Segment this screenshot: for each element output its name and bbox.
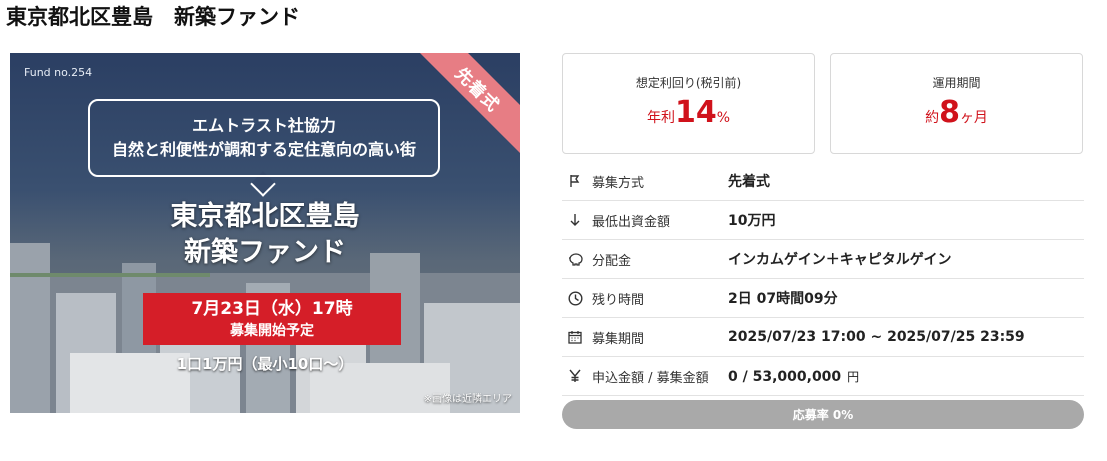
clock-icon: [562, 290, 592, 306]
detail-label: 募集期間: [592, 331, 645, 347]
detail-value: 2025/07/23 17:00 ~ 2025/07/25 23:59: [728, 329, 1025, 345]
detail-row-period: 募集期間 2025/07/23 17:00 ~ 2025/07/25 23:59: [562, 318, 1084, 357]
speech-bubble: エムトラスト社協力 自然と利便性が調和する定住意向の高い街: [88, 99, 440, 177]
flag-icon: [562, 174, 592, 188]
start-caption: 募集開始予定: [230, 323, 314, 339]
period-number: 8: [939, 95, 960, 130]
image-note: ※画像は近隣エリア: [423, 394, 512, 405]
detail-row-minimum: 最低出資金額 10万円: [562, 201, 1084, 240]
fund-number: Fund no.254: [24, 66, 93, 79]
detail-row-amount: 申込金額 / 募集金額 0 / 53,000,000 円: [562, 357, 1084, 396]
headline-line-1: 東京都北区豊島: [170, 201, 360, 232]
period-suffix: ヶ月: [959, 110, 988, 126]
detail-row-method: 募集方式 先着式: [562, 162, 1084, 201]
period-prefix: 約: [925, 110, 940, 126]
detail-row-remaining: 残り時間 2日 07時間09分: [562, 279, 1084, 318]
detail-label: 最低出資金額: [592, 214, 671, 230]
bubble-line-1: エムトラスト社協力: [192, 116, 336, 135]
period-label: 運用期間: [932, 76, 981, 90]
start-date: 7月23日（水）17時: [191, 299, 353, 319]
hero-headline: 東京都北区豊島 新築ファンド: [10, 199, 520, 271]
detail-value: インカムゲイン＋キャピタルゲイン: [728, 252, 952, 268]
amount-value: 0 / 53,000,000: [728, 368, 842, 385]
fund-details: 募集方式 先着式 最低出資金額 10万円 分配金 インカムゲイン＋キャピタルゲイ…: [562, 162, 1084, 396]
yield-card: 想定利回り(税引前) 年利14%: [562, 53, 815, 154]
detail-label: 分配金: [592, 253, 632, 269]
yield-value: 年利14%: [563, 93, 814, 138]
detail-label: 募集方式: [592, 175, 645, 191]
detail-value: 0 / 53,000,000 円: [728, 368, 859, 385]
progress-label: 応募率 0%: [792, 408, 854, 422]
period-card: 運用期間 約8ヶ月: [830, 53, 1083, 154]
amount-unit: 円: [847, 369, 860, 384]
period-value: 約8ヶ月: [831, 93, 1082, 138]
detail-label: 申込金額 / 募集金額: [592, 370, 709, 386]
detail-value: 10万円: [728, 213, 776, 229]
arrow-down-icon: [562, 213, 592, 227]
detail-row-distribution: 分配金 インカムゲイン＋キャピタルゲイン: [562, 240, 1084, 279]
page-title: 東京都北区豊島 新築ファンド: [6, 5, 300, 29]
bubble-line-2: 自然と利便性が調和する定住意向の高い街: [111, 140, 416, 159]
detail-value: 先着式: [728, 174, 770, 190]
application-progress-bar: 応募率 0%: [562, 400, 1084, 429]
yield-number: 14: [674, 95, 717, 130]
calendar-icon: [562, 330, 592, 344]
detail-label: 残り時間: [592, 292, 645, 308]
yield-suffix: %: [716, 110, 731, 126]
yen-icon: [562, 369, 592, 383]
fund-hero-image[interactable]: Fund no.254 先着式 エムトラスト社協力 自然と利便性が調和する定住意…: [10, 53, 520, 413]
yield-label: 想定利回り(税引前): [635, 76, 742, 90]
piggy-bank-icon: [562, 252, 592, 266]
unit-price-text: 1口1万円（最小10口〜）: [176, 355, 354, 373]
start-date-box: 7月23日（水）17時 募集開始予定: [143, 293, 401, 345]
yield-prefix: 年利: [646, 110, 675, 126]
headline-line-2: 新築ファンド: [184, 237, 346, 268]
detail-value: 2日 07時間09分: [728, 291, 838, 307]
